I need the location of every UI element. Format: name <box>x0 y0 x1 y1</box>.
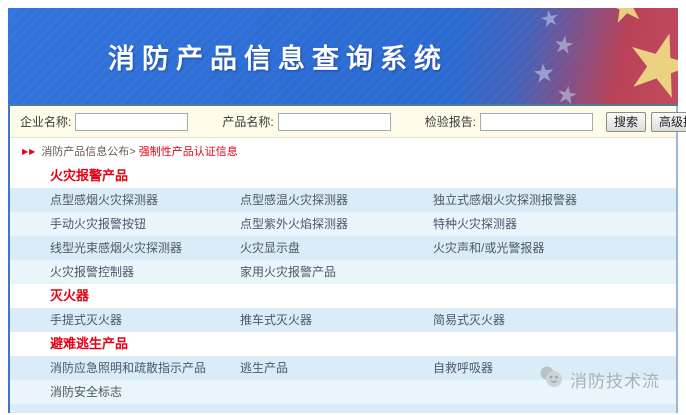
product-cell: 点型感烟火灾探测器 <box>50 191 240 209</box>
watermark-text: 消防技术流 <box>570 367 660 392</box>
product-link[interactable]: 家用火灾报警产品 <box>240 265 336 279</box>
product-cell: 消防安全标志 <box>50 383 240 401</box>
product-link[interactable]: 火灾显示盘 <box>240 241 300 255</box>
breadcrumb-arrows-icon: ▶▶ <box>22 147 36 156</box>
product-cell: 线型光束感烟火灾探测器 <box>50 239 240 257</box>
product-cell: 简易式灭火器 <box>433 311 676 329</box>
product-cell: 家用火灾报警产品 <box>240 263 433 281</box>
faint-star-icon: ★ <box>554 82 579 106</box>
inspection-report-label: 检验报告: <box>425 113 476 130</box>
product-row: 手动火灾报警按钮 点型紫外火焰探测器 特种火灾探测器 <box>10 212 676 236</box>
product-link[interactable]: 火灾报警控制器 <box>50 265 134 279</box>
product-link[interactable]: 手提式灭火器 <box>50 313 122 327</box>
watermark: 消防技术流 <box>538 366 660 393</box>
banner: ★ ★ ★ ★ ★ ★ 消防产品信息查询系统 <box>8 8 678 106</box>
product-link[interactable]: 点型感烟火灾探测器 <box>50 193 158 207</box>
product-cell: 推车式灭火器 <box>240 311 433 329</box>
product-cell: 手动火灾报警按钮 <box>50 215 240 233</box>
product-link[interactable]: 手动火灾报警按钮 <box>50 217 146 231</box>
search-bar: 企业名称: 产品名称: 检验报告: 搜索 高级搜索 <box>10 106 676 138</box>
product-cell: 独立式感烟火灾探测报警器 <box>433 191 676 209</box>
product-cell: 手提式灭火器 <box>50 311 240 329</box>
page-title: 消防产品信息查询系统 <box>8 8 548 104</box>
product-link[interactable]: 消防安全标志 <box>50 385 122 399</box>
product-cell: 点型感温火灾探测器 <box>240 191 433 209</box>
product-link[interactable]: 点型感温火灾探测器 <box>240 193 348 207</box>
page: ★ ★ ★ ★ ★ ★ 消防产品信息查询系统 企业名称: 产品名称: 检验报告:… <box>0 0 686 415</box>
product-cell: 火灾报警控制器 <box>50 263 240 281</box>
product-link[interactable]: 特种火灾探测器 <box>433 217 517 231</box>
company-name-label: 企业名称: <box>20 113 71 130</box>
product-cell: 逃生产品 <box>240 359 433 377</box>
product-row: 手提式灭火器 推车式灭火器 简易式灭火器 <box>10 308 676 332</box>
section-title: 避难逃生产品 <box>10 332 676 356</box>
product-link[interactable]: 消防应急照明和疏散指示产品 <box>50 361 206 375</box>
search-button[interactable]: 搜索 <box>606 112 646 132</box>
faint-star-icon: ★ <box>551 33 576 60</box>
watermark-logo-icon <box>538 366 564 393</box>
product-link[interactable]: 简易式灭火器 <box>433 313 505 327</box>
product-link[interactable]: 自救呼吸器 <box>433 361 493 375</box>
product-row: 点型感烟火灾探测器 点型感温火灾探测器 独立式感烟火灾探测报警器 <box>10 188 676 212</box>
product-row: 线型光束感烟火灾探测器 火灾显示盘 火灾声和/或光警报器 <box>10 236 676 260</box>
product-link[interactable]: 火灾声和/或光警报器 <box>433 241 544 255</box>
product-link[interactable]: 线型光束感烟火灾探测器 <box>50 241 182 255</box>
inspection-report-input[interactable] <box>480 113 593 131</box>
section-title: 火灾报警产品 <box>10 164 676 188</box>
product-link[interactable]: 推车式灭火器 <box>240 313 312 327</box>
breadcrumb-parent-link[interactable]: 消防产品信息公布> <box>41 143 135 159</box>
product-cell: 火灾显示盘 <box>240 239 433 257</box>
product-cell: 消防应急照明和疏散指示产品 <box>50 359 240 377</box>
breadcrumb: ▶▶ 消防产品信息公布> 强制性产品认证信息 <box>10 138 676 164</box>
product-link[interactable]: 独立式感烟火灾探测报警器 <box>433 193 577 207</box>
product-row: 火灾报警控制器 家用火灾报警产品 <box>10 260 676 284</box>
product-name-input[interactable] <box>278 113 391 131</box>
section-title: 灭火器 <box>10 284 676 308</box>
product-link[interactable]: 逃生产品 <box>240 361 288 375</box>
product-cell: 特种火灾探测器 <box>433 215 676 233</box>
product-name-label: 产品名称: <box>222 113 273 130</box>
breadcrumb-current: 强制性产品认证信息 <box>139 143 238 159</box>
bottom-strip <box>10 404 676 413</box>
product-cell: 点型紫外火焰探测器 <box>240 215 433 233</box>
product-cell: 火灾声和/或光警报器 <box>433 239 676 257</box>
product-link[interactable]: 点型紫外火焰探测器 <box>240 217 348 231</box>
advanced-search-button[interactable]: 高级搜索 <box>651 112 686 132</box>
company-name-input[interactable] <box>75 113 188 131</box>
